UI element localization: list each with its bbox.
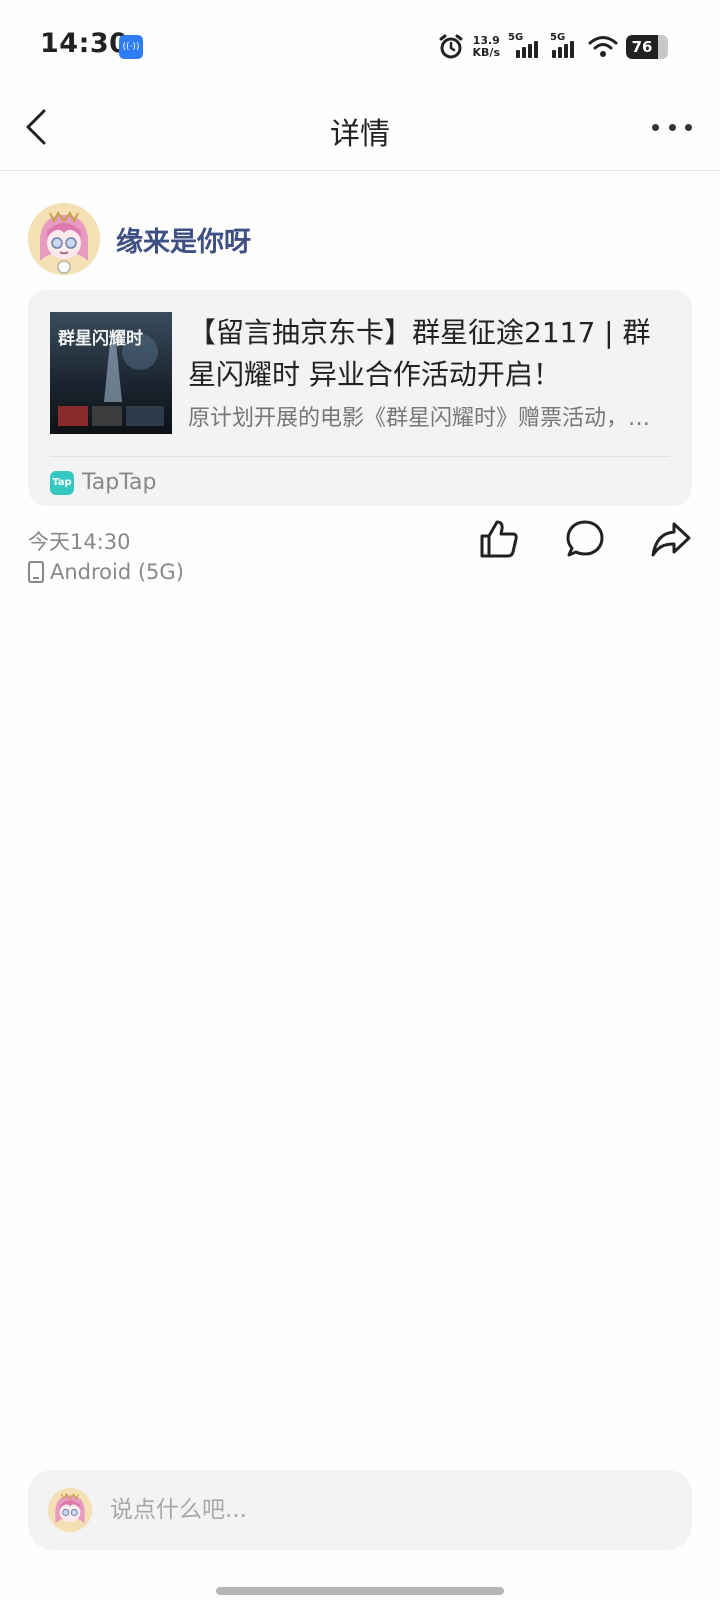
alarm-icon [439, 34, 463, 59]
sim1-label: 5G [508, 32, 524, 43]
username[interactable]: 缘来是你呀 [116, 220, 251, 259]
shared-link-source: Tap TapTap [50, 470, 157, 495]
post-actions [478, 518, 692, 560]
battery-level: 76 [631, 38, 653, 56]
status-icons: 13.9 KB/s 5G 5G 76 [437, 30, 668, 64]
net-speed-unit: KB/s [472, 46, 500, 59]
post-device: Android (5G) [28, 560, 184, 584]
hotspot-icon: ((·)) [119, 35, 143, 59]
more-button[interactable] [652, 115, 692, 139]
comment-button[interactable] [564, 518, 606, 560]
signal-sim1-icon: 5G [508, 32, 542, 58]
avatar[interactable] [28, 203, 100, 275]
status-time: 14:30 [40, 28, 129, 59]
card-divider [50, 456, 670, 457]
net-speed: 13.9 KB/s [473, 35, 500, 59]
source-name: TapTap [82, 470, 157, 495]
comment-bar[interactable] [28, 1470, 692, 1550]
thumbnail-title: 群星闪耀时 [58, 328, 143, 349]
phone-icon [28, 561, 44, 583]
comment-avatar [48, 1488, 92, 1532]
taptap-icon: Tap [50, 470, 74, 495]
shared-link-description: 原计划开展的电影《群星闪耀时》赠票活动，因故调整为留言抽京东卡 [188, 406, 672, 431]
more-dot [668, 123, 676, 131]
battery-icon: 76 [626, 35, 668, 59]
shared-link-title[interactable]: 【留言抽京东卡】群星征途2117 | 群星闪耀时 异业合作活动开启！ [188, 312, 672, 396]
home-indicator[interactable] [216, 1587, 504, 1595]
like-button[interactable] [478, 518, 520, 560]
more-dot [685, 123, 692, 131]
sim2-label: 5G [550, 32, 566, 43]
post-time: 今天14:30 [28, 530, 131, 554]
top-nav-bar: 详情 [0, 95, 720, 171]
comment-input[interactable] [110, 1497, 650, 1523]
share-button[interactable] [650, 518, 692, 560]
device-label: Android (5G) [50, 560, 184, 584]
status-bar: 14:30 ((·)) 13.9 KB/s 5G 5G 76 [0, 0, 720, 95]
more-dot [652, 123, 659, 131]
signal-sim2-icon: 5G [550, 32, 580, 58]
post-author[interactable]: 缘来是你呀 [28, 203, 251, 275]
shared-link-card[interactable]: 群星闪耀时 【留言抽京东卡】群星征途2117 | 群星闪耀时 异业合作活动开启！… [28, 290, 692, 506]
shared-link-thumbnail: 群星闪耀时 [50, 312, 172, 434]
wifi-icon [588, 36, 618, 57]
page-title: 详情 [330, 117, 390, 152]
avatar-image [28, 203, 100, 275]
